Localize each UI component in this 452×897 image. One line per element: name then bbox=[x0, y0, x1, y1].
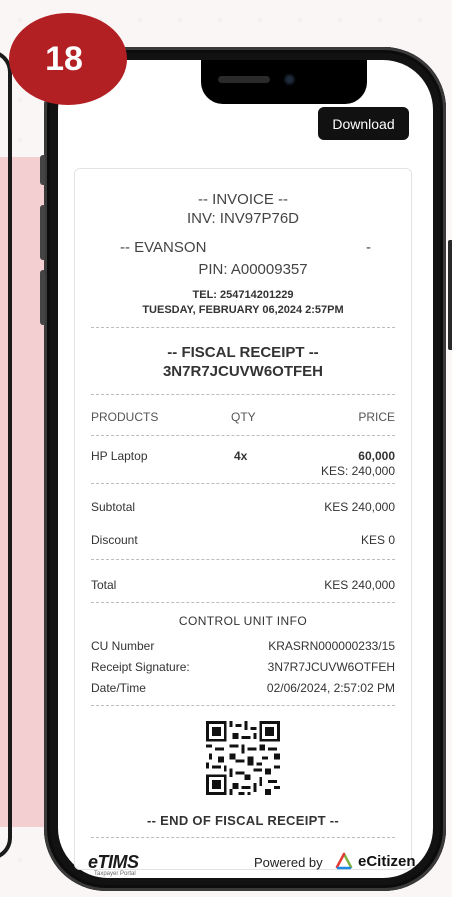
adjacent-phone-edge bbox=[0, 50, 12, 860]
column-price: PRICE bbox=[358, 410, 395, 424]
datetime-label: Date/Time bbox=[91, 681, 146, 695]
telephone: TEL: 254714201229 bbox=[192, 289, 294, 301]
front-camera bbox=[284, 74, 295, 85]
datetime-row: Date/Time 02/06/2024, 2:57:02 PM bbox=[91, 681, 395, 695]
divider bbox=[91, 837, 395, 838]
subtotal-row: Subtotal KES 240,000 bbox=[91, 500, 395, 514]
product-price: 60,000 bbox=[358, 449, 395, 463]
etims-logo: eTIMS bbox=[88, 852, 139, 872]
divider bbox=[91, 602, 395, 603]
download-button[interactable]: Download bbox=[318, 107, 409, 140]
discount-row: Discount KES 0 bbox=[91, 533, 395, 547]
receipt-card: -- INVOICE -- INV: INV97P76D -- EVANSON … bbox=[74, 168, 412, 870]
fiscal-code: 3N7R7JCUVW6OTFEH bbox=[162, 363, 324, 380]
product-name: HP Laptop bbox=[91, 449, 148, 463]
ecitizen-brand: eCitizen bbox=[358, 853, 416, 870]
total-row: Total KES 240,000 bbox=[91, 578, 395, 592]
volume-up-button bbox=[40, 205, 45, 260]
invoice-heading: -- INVOICE -- bbox=[198, 191, 288, 208]
receipt-signature-value: 3N7R7JCUVW6OTFEH bbox=[267, 660, 395, 674]
datetime-value: 02/06/2024, 2:57:02 PM bbox=[266, 681, 395, 695]
column-products: PRODUCTS bbox=[91, 410, 159, 424]
speaker-grille bbox=[218, 76, 270, 83]
mute-switch bbox=[40, 155, 45, 185]
discount-label: Discount bbox=[91, 533, 138, 547]
cu-number-row: CU Number KRASRN000000233/15 bbox=[91, 639, 395, 653]
fiscal-heading: -- FISCAL RECEIPT -- bbox=[167, 344, 319, 361]
product-qty: 4x bbox=[234, 449, 248, 463]
divider bbox=[91, 435, 395, 436]
customer-pin: PIN: A00009357 bbox=[198, 261, 308, 278]
subtotal-value: KES 240,000 bbox=[324, 500, 395, 514]
product-total: KES: 240,000 bbox=[320, 464, 395, 478]
side-button bbox=[448, 240, 452, 350]
subtotal-label: Subtotal bbox=[91, 500, 136, 514]
total-value: KES 240,000 bbox=[324, 578, 395, 592]
etims-subtitle: Taxpayer Portal bbox=[94, 871, 136, 877]
cu-number-label: CU Number bbox=[91, 639, 155, 653]
total-label: Total bbox=[91, 578, 117, 592]
step-badge: 18 bbox=[9, 13, 127, 105]
footer-bar: eTIMS Taxpayer Portal Powered by eCitize… bbox=[58, 840, 433, 878]
divider bbox=[91, 394, 395, 395]
receipt-signature-label: Receipt Signature: bbox=[91, 660, 190, 674]
powered-by-text: Powered by bbox=[254, 855, 323, 870]
cu-number-value: KRASRN000000233/15 bbox=[268, 639, 395, 653]
divider bbox=[91, 705, 395, 706]
table-row: HP Laptop 4x 60,000 KES: 240,000 bbox=[91, 449, 395, 478]
discount-value: KES 0 bbox=[360, 533, 395, 547]
control-unit-heading: CONTROL UNIT INFO bbox=[178, 614, 308, 628]
divider bbox=[91, 483, 395, 484]
table-header: PRODUCTS QTY PRICE bbox=[91, 410, 395, 424]
invoice-datetime: TUESDAY, FEBRUARY 06,2024 2:57PM bbox=[142, 304, 344, 316]
customer-trail: - bbox=[366, 239, 371, 256]
receipt-signature-row: Receipt Signature: 3N7R7JCUVW6OTFEH bbox=[91, 660, 395, 674]
invoice-number: INV: INV97P76D bbox=[187, 210, 299, 227]
divider bbox=[91, 559, 395, 560]
customer-name: -- EVANSON bbox=[120, 239, 207, 256]
ecitizen-logo-icon bbox=[335, 852, 353, 870]
end-of-receipt: -- END OF FISCAL RECEIPT -- bbox=[146, 813, 340, 828]
divider bbox=[91, 327, 395, 328]
qr-code[interactable] bbox=[206, 721, 280, 795]
volume-down-button bbox=[40, 270, 45, 325]
column-qty: QTY bbox=[231, 410, 256, 424]
